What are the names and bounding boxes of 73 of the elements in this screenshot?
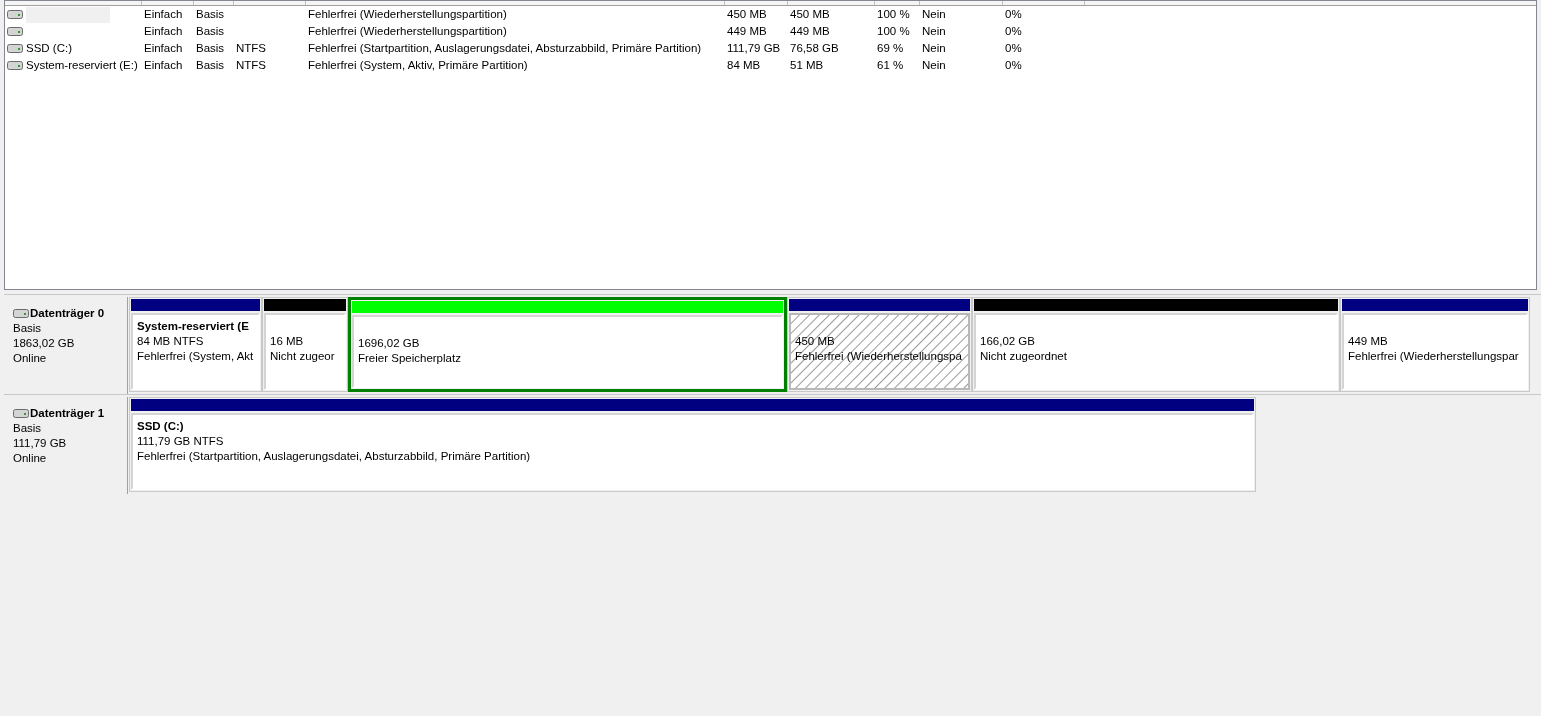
partition-size: 111,79 GB NTFS [137,434,225,449]
table-cell-text: 111,79 GB [727,40,781,56]
drive-icon [7,44,23,53]
table-cell-text: 449 MB [790,23,830,39]
drive-icon [7,10,23,19]
table-cell-text: Nein [922,6,946,22]
disk-state: Online [13,451,48,466]
table-cell-text: Einfach [144,40,183,56]
partition-block[interactable]: 1696,02 GB Freier Speicherplatz [348,297,787,392]
partition-block[interactable]: 166,02 GB Nicht zugeordnet [972,297,1340,392]
table-cell-text: Basis [196,40,225,56]
drive-icon [13,309,29,318]
table-cell-text: 69 % [877,40,904,56]
partition-status: Fehlerfrei (Wiederherstellungspa [795,349,963,364]
table-cell-text: SSD (C:) [26,40,72,56]
partition-size: 16 MB [270,334,305,349]
partition-status: Freier Speicherplatz [358,351,462,366]
partition-size: 84 MB NTFS [137,334,205,349]
table-cell-text: Einfach [144,57,183,73]
table-cell-text: Basis [196,23,225,39]
table-cell-text: 450 MB [790,6,830,22]
table-cell-text: System-reserviert (E:) [26,57,138,73]
table-cell-text: Fehlerfrei (Wiederherstellungspartition) [308,23,507,39]
disk-size: 111,79 GB [13,436,68,451]
table-cell-text: Basis [196,57,225,73]
disk-name: Datenträger 0 [30,306,105,321]
drive-icon [13,409,29,418]
partition-block[interactable]: 450 MB Fehlerfrei (Wiederherstellungspa [787,297,972,392]
table-cell-text: 100 % [877,6,910,22]
partition-status: Fehlerfrei (Wiederherstellungspar [1348,349,1520,364]
partition-status: Nicht zugeor [270,349,336,364]
table-cell-text: NTFS [236,57,267,73]
drive-icon [7,61,23,70]
table-cell-text: 0% [1005,6,1022,22]
partition-status: Fehlerfrei (System, Akt [137,349,254,364]
table-cell-text: Einfach [144,23,183,39]
disk-type: Basis [13,421,43,436]
table-cell-text: NTFS [236,40,267,56]
partition-title: System-reserviert (E [137,319,250,334]
table-cell-text: Basis [196,6,225,22]
partition-block[interactable]: SSD (C:) 111,79 GB NTFS Fehlerfrei (Startpartition, Auslagerungsdatei, Absturzabbild, Primäre Partition) [129,397,1256,492]
table-cell-text: Fehlerfrei (Startpartition, Auslagerungsdatei, Absturzabbild, Primäre Partition) [308,40,702,56]
table-cell-text: 450 MB [727,6,767,22]
table-cell-text: Fehlerfrei (System, Aktiv, Primäre Partition) [308,57,528,73]
partition-block[interactable]: 449 MB Fehlerfrei (Wiederherstellungspar [1340,297,1530,392]
table-cell-text: Nein [922,57,946,73]
table-cell-text: 0% [1005,23,1022,39]
partition-size: 166,02 GB [980,334,1036,349]
partition-block[interactable]: System-reserviert (E 84 MB NTFS Fehlerfrei (System, Akt [129,297,262,392]
partition-size: 1696,02 GB [358,336,421,351]
table-cell-text: Einfach [144,6,183,22]
table-cell-text: Nein [922,23,946,39]
table-cell-text: 76,58 GB [790,40,839,56]
table-cell-text: 61 % [877,57,904,73]
partition-size: 450 MB [795,334,836,349]
table-cell-text: 0% [1005,57,1022,73]
drive-icon [7,27,23,36]
disk-type: Basis [13,321,43,336]
table-cell-text: 51 MB [790,57,824,73]
table-cell-text: 0% [1005,40,1022,56]
partition-status: Nicht zugeordnet [980,349,1068,364]
partition-status: Fehlerfrei (Startpartition, Auslagerungsdatei, Absturzabbild, Primäre Partition) [137,449,532,464]
disk-size: 1863,02 GB [13,336,76,351]
table-cell-text: 100 % [877,23,910,39]
table-cell-text: 84 MB [727,57,761,73]
table-cell-text: 449 MB [727,23,767,39]
partition-size: 449 MB [1348,334,1389,349]
disk-name: Datenträger 1 [30,406,105,421]
partition-title: SSD (C:) [137,419,185,434]
table-cell-text: Nein [922,40,946,56]
partition-block[interactable]: 16 MB Nicht zugeor [262,297,348,392]
disk-state: Online [13,351,48,366]
table-cell-text: Fehlerfrei (Wiederherstellungspartition) [308,6,507,22]
